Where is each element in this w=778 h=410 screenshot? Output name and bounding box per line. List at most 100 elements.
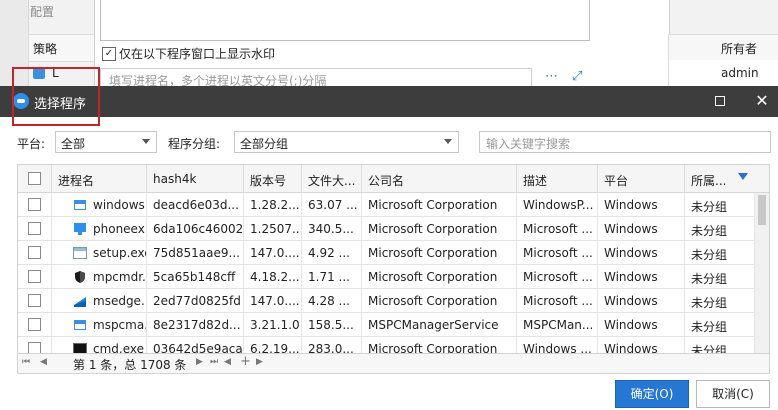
table-row[interactable]: cmd.exe 03642d5e9aca 6.2.19... 283.0... Micr… — [18, 337, 755, 354]
chevron-down-icon — [444, 139, 452, 144]
show-watermark-label: 仅在以下程序窗口上显示水印 — [119, 47, 276, 61]
platform-select[interactable]: 全部 — [55, 131, 157, 153]
desc-cell: Microsoft ... — [517, 265, 598, 289]
row-select-cell — [18, 313, 52, 337]
row-checkbox[interactable] — [28, 222, 41, 235]
cancel-button[interactable]: 取消(C) — [696, 380, 770, 408]
select-all-header — [18, 165, 52, 192]
next-icon[interactable]: ▶ — [256, 357, 263, 367]
process-name-cell: mpcmdr... — [52, 265, 147, 289]
table-row[interactable]: windows...deacd6e03d...1.28.2...63.07 ..… — [18, 193, 755, 217]
process-name: mpcmdr... — [93, 270, 146, 284]
column-header[interactable]: 进程名 — [52, 165, 147, 192]
maximize-icon[interactable] — [715, 96, 725, 106]
platform-cell: Windows — [598, 217, 685, 241]
company-cell: Microsoft Corporation — [362, 289, 517, 313]
row-checkbox[interactable] — [28, 318, 41, 331]
process-name: phoneex... — [93, 222, 146, 236]
size-cell: 340.5... — [302, 217, 362, 241]
hash-cell: deacd6e03d... — [147, 193, 244, 217]
table-row[interactable]: mpcmdr...5ca65b148cff4.18.2...1.71 ...Mi… — [18, 265, 755, 289]
ok-button[interactable]: 确定(O) — [615, 380, 689, 408]
row-checkbox[interactable] — [28, 342, 41, 353]
background-window: 配置 策略 L ✓ 仅在以下程序窗口上显示水印 填写进程名，多个进程以英文分号(… — [0, 0, 778, 90]
column-header[interactable]: 描述 — [517, 165, 598, 192]
process-name-cell: mspcma... — [52, 313, 147, 337]
company-cell: Microsoft Corporation — [362, 337, 517, 353]
version-cell: 1.28.2... — [244, 193, 302, 217]
hash-cell: 2ed77d0825fd — [147, 289, 244, 313]
show-watermark-checkbox[interactable]: ✓ — [102, 47, 116, 61]
app-window-icon — [73, 246, 87, 260]
table-row[interactable]: phoneex...6da106c460021.2507...340.5... M… — [18, 217, 755, 241]
desc-cell: Microsoft ... — [517, 217, 598, 241]
company-cell: Microsoft Corporation — [362, 265, 517, 289]
group-select[interactable]: 全部分组 — [234, 131, 459, 153]
process-name: cmd.exe — [93, 342, 145, 354]
table-row[interactable]: setup.exe 75d851aae9... 147.0.... 4.92 ... M… — [18, 241, 755, 265]
row-checkbox[interactable] — [28, 294, 41, 307]
row-checkbox[interactable] — [28, 198, 41, 211]
version-cell: 147.0.... — [244, 289, 302, 313]
last-page-icon[interactable]: ⏭ — [210, 357, 218, 367]
next-page-icon[interactable]: ▶ — [196, 357, 203, 367]
config-label: 配置 — [30, 5, 55, 19]
shield-icon — [73, 270, 87, 284]
add-icon[interactable]: + — [240, 354, 251, 369]
terminal-icon — [73, 342, 87, 353]
column-header[interactable]: 所属... — [685, 165, 769, 192]
more-icon[interactable]: ⋯ — [545, 70, 563, 84]
group-cell: 未分组 — [685, 217, 755, 241]
version-cell: 1.2507... — [244, 217, 302, 241]
desc-cell: MSPCMan... — [517, 313, 598, 337]
select-all-checkbox[interactable] — [28, 172, 41, 185]
process-name: setup.exe — [93, 246, 147, 260]
desc-cell: Microsoft ... — [517, 289, 598, 313]
row-select-cell — [18, 217, 52, 241]
column-header[interactable]: hash4k — [147, 165, 244, 192]
hash-cell: 6da106c46002 — [147, 217, 244, 241]
window-icon — [73, 318, 87, 332]
process-name-cell: setup.exe — [52, 241, 147, 265]
owner-cell: admin — [668, 60, 778, 86]
row-checkbox[interactable] — [28, 270, 41, 283]
column-header[interactable]: 版本号 — [244, 165, 302, 192]
version-cell: 3.21.1.0 — [244, 313, 302, 337]
size-cell: 4.92 ... — [302, 241, 362, 265]
group-cell: 未分组 — [685, 313, 755, 337]
row-checkbox[interactable] — [28, 246, 41, 259]
process-name: msedge... — [93, 294, 147, 308]
close-icon[interactable]: ✕ — [754, 92, 770, 110]
version-cell: 4.18.2... — [244, 265, 302, 289]
background-textarea[interactable] — [100, 0, 590, 41]
hash-cell: 5ca65b148cff — [147, 265, 244, 289]
row-select-cell — [18, 241, 52, 265]
column-header[interactable]: 平台 — [598, 165, 685, 192]
expand-icon[interactable]: ⤢ — [572, 70, 590, 84]
platform-cell: Windows — [598, 193, 685, 217]
column-header[interactable]: 文件大... — [302, 165, 362, 192]
process-name-cell: msedge... — [52, 289, 147, 313]
size-cell: 1.71 ... — [302, 265, 362, 289]
table-row[interactable]: msedge... 2ed77d0825fd 147.0.... 4.28 ... Mi… — [18, 289, 755, 313]
filter-icon[interactable] — [738, 173, 748, 180]
company-cell: MSPCManagerService — [362, 313, 517, 337]
prev-icon[interactable]: ◀ — [224, 357, 231, 367]
desc-cell: Windows ... — [517, 337, 598, 353]
vertical-scrollbar[interactable] — [755, 193, 769, 353]
dialog-content: 平台: 全部 程序分组: 全部分组 输入关键字搜索 进程名 hash4k 版本号… — [0, 117, 778, 410]
program-table: 进程名 hash4k 版本号 文件大... 公司名 描述 平台 所属... wi… — [17, 164, 770, 354]
scrollbar-thumb[interactable] — [758, 195, 766, 225]
row-select-cell — [18, 193, 52, 217]
column-header[interactable]: 公司名 — [362, 165, 517, 192]
group-cell: 未分组 — [685, 193, 755, 217]
platform-cell: Windows — [598, 313, 685, 337]
platform-label: 平台: — [17, 137, 46, 151]
search-input[interactable]: 输入关键字搜索 — [479, 131, 771, 153]
first-page-icon[interactable]: ⏮ — [22, 357, 30, 367]
pager-status: 第 1 条，总 1708 条 — [73, 358, 187, 372]
prev-page-icon[interactable]: ◀ — [40, 357, 47, 367]
process-name: mspcma... — [93, 318, 146, 332]
table-row[interactable]: mspcma...8e2317d82d...3.21.1.0158.5...MS… — [18, 313, 755, 337]
company-cell: Microsoft Corporation — [362, 193, 517, 217]
